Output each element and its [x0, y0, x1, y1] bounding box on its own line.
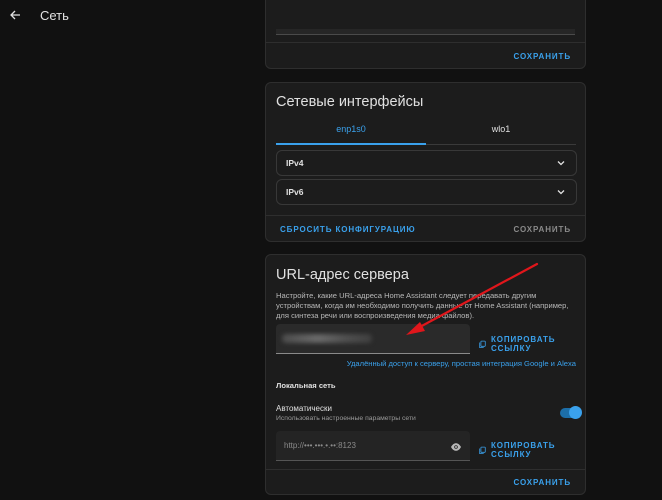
annotation-arrow-icon: [406, 262, 539, 335]
